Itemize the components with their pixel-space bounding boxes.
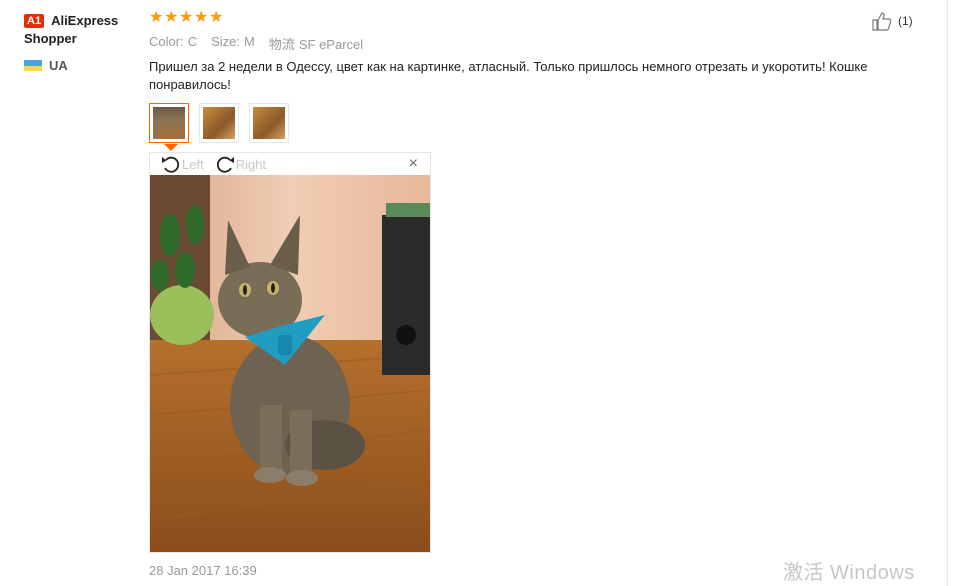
- thumbnail-3[interactable]: [249, 103, 289, 143]
- star-icon: ★: [209, 9, 224, 26]
- ukraine-flag-icon: [24, 60, 42, 71]
- size-attr: Size: M: [211, 34, 255, 49]
- right-divider: [947, 0, 948, 586]
- rotate-left-button[interactable]: Left: [160, 154, 204, 174]
- star-icon: ★: [194, 9, 209, 26]
- review-text: Пришел за 2 недели в Одессу, цвет как на…: [149, 59, 868, 92]
- review-photo: [150, 175, 430, 552]
- thumbs-up-icon: [872, 12, 892, 31]
- active-thumbnail-indicator: [164, 144, 178, 151]
- viewer-toolbar: Left Right ×: [150, 153, 430, 175]
- rotate-left-icon: [162, 156, 180, 173]
- rotate-right-button[interactable]: Right: [214, 154, 266, 174]
- product-attributes: Color: C Size: M 物流 SF eParcel: [149, 34, 363, 53]
- windows-activation-watermark: 激活 Windows: [783, 562, 915, 584]
- star-icon: ★: [164, 9, 179, 26]
- country-code: UA: [49, 58, 68, 73]
- photo-thumbnails: [149, 103, 289, 143]
- rotate-right-icon: [216, 156, 234, 173]
- rotate-right-label: Right: [235, 156, 267, 172]
- shipping-attr: 物流 SF eParcel: [268, 37, 364, 52]
- review-date: 28 Jan 2017 16:39: [149, 563, 257, 578]
- rotate-left-label: Left: [182, 156, 204, 172]
- helpful-button[interactable]: (1): [871, 11, 913, 31]
- level-badge: A1: [24, 14, 45, 28]
- star-icon: ★: [149, 9, 164, 26]
- star-icon: ★: [179, 9, 194, 26]
- color-attr: Color: C: [149, 34, 198, 49]
- photo-viewer: Left Right ×: [149, 152, 431, 553]
- helpful-count: (1): [898, 14, 913, 28]
- user-info: A1 AliExpress Shopper UA: [24, 12, 139, 73]
- thumbnail-1[interactable]: [149, 103, 189, 143]
- star-rating: ★ ★ ★ ★ ★: [149, 9, 224, 26]
- user-country: UA: [24, 58, 139, 73]
- close-viewer-button[interactable]: ×: [409, 155, 418, 173]
- thumbnail-2[interactable]: [199, 103, 239, 143]
